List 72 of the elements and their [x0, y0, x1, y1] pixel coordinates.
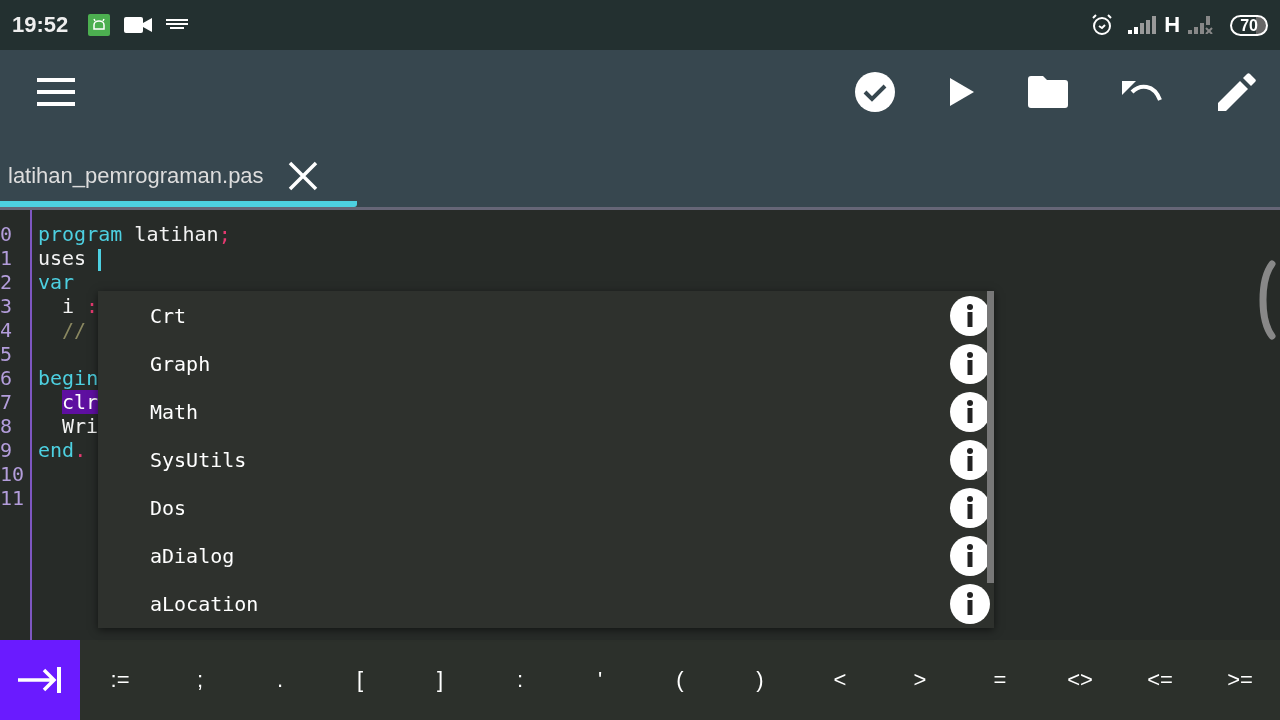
scrollbar[interactable] — [987, 291, 994, 583]
code-text: begin — [38, 366, 99, 390]
code-text: clr — [62, 390, 99, 414]
autocomplete-item[interactable]: SysUtils — [98, 436, 994, 484]
line-number: 7 — [0, 390, 14, 414]
autocomplete-item[interactable]: Math — [98, 388, 994, 436]
symbol-key[interactable]: ; — [160, 640, 240, 720]
code-text: var — [38, 270, 75, 294]
line-number: 10 — [0, 462, 26, 486]
info-icon[interactable] — [950, 392, 990, 432]
symbol-key[interactable]: := — [80, 640, 160, 720]
symbol-key[interactable]: ] — [400, 640, 480, 720]
tab-arrow-icon — [18, 667, 62, 693]
symbol-key[interactable]: ' — [560, 640, 640, 720]
info-icon[interactable] — [950, 296, 990, 336]
video-camera-icon — [124, 16, 153, 34]
code-text: : — [86, 294, 99, 318]
code-text: uses — [38, 246, 88, 270]
line-number: 6 — [0, 366, 14, 390]
symbol-key[interactable]: > — [880, 640, 960, 720]
text-cursor — [98, 248, 102, 271]
code-text: i — [62, 294, 76, 318]
line-number: 11 — [0, 486, 26, 510]
symbol-key[interactable]: <> — [1040, 640, 1120, 720]
symbol-key[interactable]: <= — [1120, 640, 1200, 720]
autocomplete-item[interactable]: Dos — [98, 484, 994, 532]
code-text: // — [62, 318, 87, 342]
tab-key[interactable] — [0, 640, 80, 720]
line-number: 2 — [0, 270, 14, 294]
info-icon[interactable] — [950, 584, 990, 624]
symbol-key[interactable]: : — [480, 640, 560, 720]
info-icon[interactable] — [950, 488, 990, 528]
battery-indicator: 70 — [1230, 14, 1268, 36]
line-number: 1 — [0, 246, 14, 270]
code-text: end — [38, 438, 75, 462]
symbol-key[interactable]: = — [960, 640, 1040, 720]
line-number: 0 — [0, 222, 14, 246]
autocomplete-item[interactable]: Crt — [98, 292, 994, 340]
code-text: latihan — [133, 222, 219, 246]
symbol-key[interactable]: ) — [720, 640, 800, 720]
close-icon[interactable] — [287, 161, 318, 191]
code-text: . — [74, 438, 87, 462]
app-notification-icon — [88, 14, 111, 36]
symbol-key[interactable]: >= — [1200, 640, 1280, 720]
autocomplete-item[interactable]: Graph — [98, 340, 994, 388]
line-number: 5 — [0, 342, 14, 366]
symbol-key[interactable]: [ — [320, 640, 400, 720]
menu-icon[interactable] — [37, 78, 75, 106]
autocomplete-item[interactable]: aDialog — [98, 532, 994, 580]
symbol-key[interactable]: ( — [640, 640, 720, 720]
info-icon[interactable] — [950, 536, 990, 576]
clock-time: 19:52 — [12, 12, 69, 38]
line-number: 3 — [0, 294, 14, 318]
check-circle-icon[interactable] — [854, 71, 896, 113]
network-type: H — [1164, 12, 1181, 38]
keyboard-icon — [166, 19, 189, 31]
line-number: 9 — [0, 438, 14, 462]
symbol-key[interactable]: . — [240, 640, 320, 720]
symbol-key[interactable]: < — [800, 640, 880, 720]
autocomplete-item[interactable]: aLocation — [98, 580, 994, 628]
info-icon[interactable] — [950, 344, 990, 384]
code-text: Wri — [62, 414, 99, 438]
play-icon[interactable] — [950, 78, 974, 106]
line-number: 4 — [0, 318, 14, 342]
code-text: ; — [218, 222, 231, 246]
info-icon[interactable] — [950, 440, 990, 480]
signal-strength-icon — [1128, 16, 1157, 34]
file-tab-label: latihan_pemrograman.pas — [8, 163, 264, 189]
edit-pencil-icon[interactable] — [1218, 73, 1256, 111]
code-text: program — [38, 222, 123, 246]
line-number: 8 — [0, 414, 14, 438]
folder-icon[interactable] — [1028, 76, 1068, 108]
